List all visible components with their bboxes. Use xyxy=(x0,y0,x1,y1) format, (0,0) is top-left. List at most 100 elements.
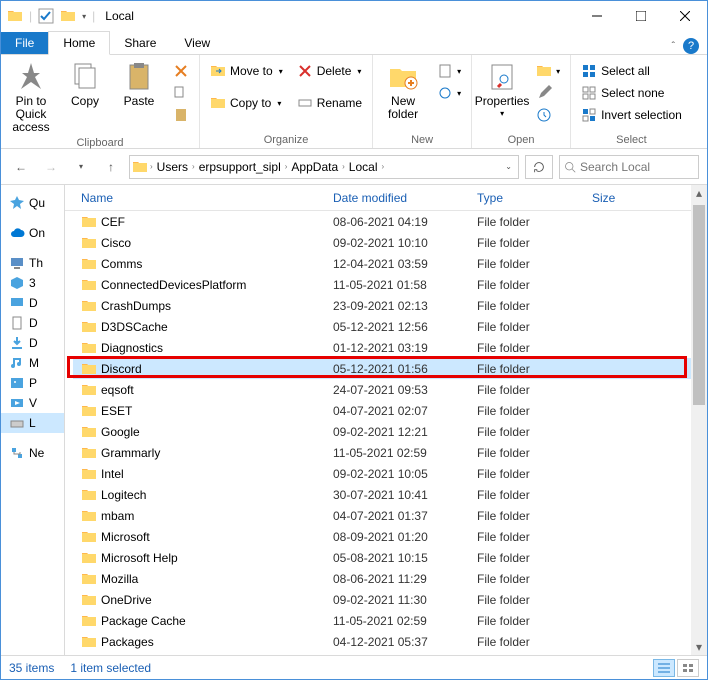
ribbon-tabs: File Home Share View ˆ ? xyxy=(1,31,707,55)
forward-button[interactable]: → xyxy=(39,155,63,179)
table-row[interactable]: Microsoft Help 05-08-2021 10:15 File fol… xyxy=(73,547,707,568)
scroll-thumb[interactable] xyxy=(693,205,705,405)
table-row[interactable]: eqsoft 24-07-2021 09:53 File folder xyxy=(73,379,707,400)
table-row[interactable]: Packages 04-12-2021 05:37 File folder xyxy=(73,631,707,652)
copy-button[interactable]: Copy xyxy=(61,57,109,108)
breadcrumb[interactable]: Users xyxy=(155,160,190,174)
maximize-button[interactable] xyxy=(619,1,663,31)
rename-button[interactable]: Rename xyxy=(293,93,366,113)
scroll-down-button[interactable]: ▾ xyxy=(691,639,707,655)
file-list: CEF 08-06-2021 04:19 File folder Cisco 0… xyxy=(65,211,707,655)
sidebar-item[interactable]: On xyxy=(9,223,64,243)
details-view-button[interactable] xyxy=(653,659,675,677)
invert-selection-button[interactable]: Invert selection xyxy=(577,105,686,125)
tab-share[interactable]: Share xyxy=(110,32,170,54)
minimize-button[interactable] xyxy=(575,1,619,31)
breadcrumb[interactable]: Local xyxy=(347,160,380,174)
table-row[interactable]: Discord 05-12-2021 01:56 File folder xyxy=(73,358,707,379)
paste-shortcut-button[interactable] xyxy=(169,105,193,125)
sidebar-item[interactable]: D xyxy=(9,313,64,333)
sidebar-item[interactable]: L xyxy=(1,413,64,433)
folder-icon xyxy=(60,8,76,24)
table-row[interactable]: Microsoft 08-09-2021 01:20 File folder xyxy=(73,526,707,547)
edit-button[interactable] xyxy=(532,83,564,103)
large-icons-view-button[interactable] xyxy=(677,659,699,677)
folder-icon xyxy=(132,159,148,175)
window-title: Local xyxy=(105,9,134,23)
table-row[interactable]: Package Cache 11-05-2021 02:59 File fold… xyxy=(73,610,707,631)
sidebar-item[interactable]: V xyxy=(9,393,64,413)
table-row[interactable]: Comms 12-04-2021 03:59 File folder xyxy=(73,253,707,274)
qat-separator: | xyxy=(29,9,32,23)
title-bar: | ▾ | Local xyxy=(1,1,707,31)
column-name[interactable]: Name xyxy=(73,187,325,209)
history-button[interactable] xyxy=(532,105,564,125)
table-row[interactable]: Diagnostics 01-12-2021 03:19 File folder xyxy=(73,337,707,358)
column-type[interactable]: Type xyxy=(469,187,584,209)
table-row[interactable]: D3DSCache 05-12-2021 12:56 File folder xyxy=(73,316,707,337)
column-date[interactable]: Date modified xyxy=(325,187,469,209)
sidebar-item[interactable]: D xyxy=(9,293,64,313)
open-button[interactable]: ▾ xyxy=(532,61,564,81)
address-bar[interactable]: › Users› erpsupport_sipl› AppData› Local… xyxy=(129,155,519,179)
table-row[interactable]: OneDrive 09-02-2021 11:30 File folder xyxy=(73,589,707,610)
address-dropdown[interactable]: ⌄ xyxy=(505,162,516,171)
table-row[interactable]: Logitech 30-07-2021 10:41 File folder xyxy=(73,484,707,505)
sidebar-item[interactable]: Th xyxy=(9,253,64,273)
tab-view[interactable]: View xyxy=(170,32,224,54)
scroll-up-button[interactable]: ▴ xyxy=(691,185,707,201)
status-bar: 35 items 1 item selected xyxy=(1,655,707,679)
tab-home[interactable]: Home xyxy=(48,31,110,55)
tab-file[interactable]: File xyxy=(1,32,48,54)
sidebar-item[interactable]: M xyxy=(9,353,64,373)
table-row[interactable]: CEF 08-06-2021 04:19 File folder xyxy=(73,211,707,232)
select-none-button[interactable]: Select none xyxy=(577,83,686,103)
move-to-button[interactable]: Move to▾ xyxy=(206,61,287,81)
sidebar-item[interactable]: Ne xyxy=(9,443,64,463)
group-organize-label: Organize xyxy=(206,132,366,148)
close-button[interactable] xyxy=(663,1,707,31)
scrollbar[interactable]: ▴ ▾ xyxy=(691,185,707,655)
easy-access-button[interactable]: ▾ xyxy=(433,83,465,103)
table-row[interactable]: Mozilla 08-06-2021 11:29 File folder xyxy=(73,568,707,589)
table-row[interactable]: mbam 04-07-2021 01:37 File folder xyxy=(73,505,707,526)
search-input[interactable]: Search Local xyxy=(559,155,699,179)
recent-locations-button[interactable]: ▾ xyxy=(69,155,93,179)
table-row[interactable]: Intel 09-02-2021 10:05 File folder xyxy=(73,463,707,484)
sidebar-item[interactable]: P xyxy=(9,373,64,393)
column-size[interactable]: Size xyxy=(584,187,644,209)
search-icon xyxy=(564,161,576,173)
breadcrumb[interactable]: erpsupport_sipl xyxy=(197,160,283,174)
delete-button[interactable]: Delete▾ xyxy=(293,61,366,81)
up-button[interactable]: ↑ xyxy=(99,155,123,179)
table-row[interactable]: ESET 04-07-2021 02:07 File folder xyxy=(73,400,707,421)
properties-button[interactable]: Properties ▾ xyxy=(478,57,526,119)
sidebar-item[interactable]: 3 xyxy=(9,273,64,293)
table-row[interactable]: Cisco 09-02-2021 10:10 File folder xyxy=(73,232,707,253)
copy-to-button[interactable]: Copy to▾ xyxy=(206,93,287,113)
copy-path-button[interactable] xyxy=(169,83,193,103)
table-row[interactable]: ConnectedDevicesPlatform 11-05-2021 01:5… xyxy=(73,274,707,295)
selection-count: 1 item selected xyxy=(70,661,151,675)
table-row[interactable]: CrashDumps 23-09-2021 02:13 File folder xyxy=(73,295,707,316)
sidebar-item[interactable]: D xyxy=(9,333,64,353)
back-button[interactable]: ← xyxy=(9,155,33,179)
item-count: 35 items xyxy=(9,661,54,675)
cut-button[interactable] xyxy=(169,61,193,81)
checkbox-icon[interactable] xyxy=(38,8,54,24)
refresh-button[interactable] xyxy=(525,155,553,179)
ribbon: Pin to Quick access Copy Paste Clipboard… xyxy=(1,55,707,149)
table-row[interactable]: Grammarly 11-05-2021 02:59 File folder xyxy=(73,442,707,463)
new-item-button[interactable]: ▾ xyxy=(433,61,465,81)
collapse-ribbon-icon[interactable]: ˆ xyxy=(672,41,675,52)
pin-to-quick-access-button[interactable]: Pin to Quick access xyxy=(7,57,55,135)
folder-icon xyxy=(7,8,23,24)
table-row[interactable]: Google 09-02-2021 12:21 File folder xyxy=(73,421,707,442)
select-all-button[interactable]: Select all xyxy=(577,61,686,81)
sidebar-item[interactable]: Qu xyxy=(9,193,64,213)
help-button[interactable]: ? xyxy=(683,38,699,54)
breadcrumb[interactable]: AppData xyxy=(289,160,340,174)
new-folder-button[interactable]: New folder xyxy=(379,57,427,121)
qat-dropdown[interactable]: ▾ xyxy=(82,12,86,21)
paste-button[interactable]: Paste xyxy=(115,57,163,108)
